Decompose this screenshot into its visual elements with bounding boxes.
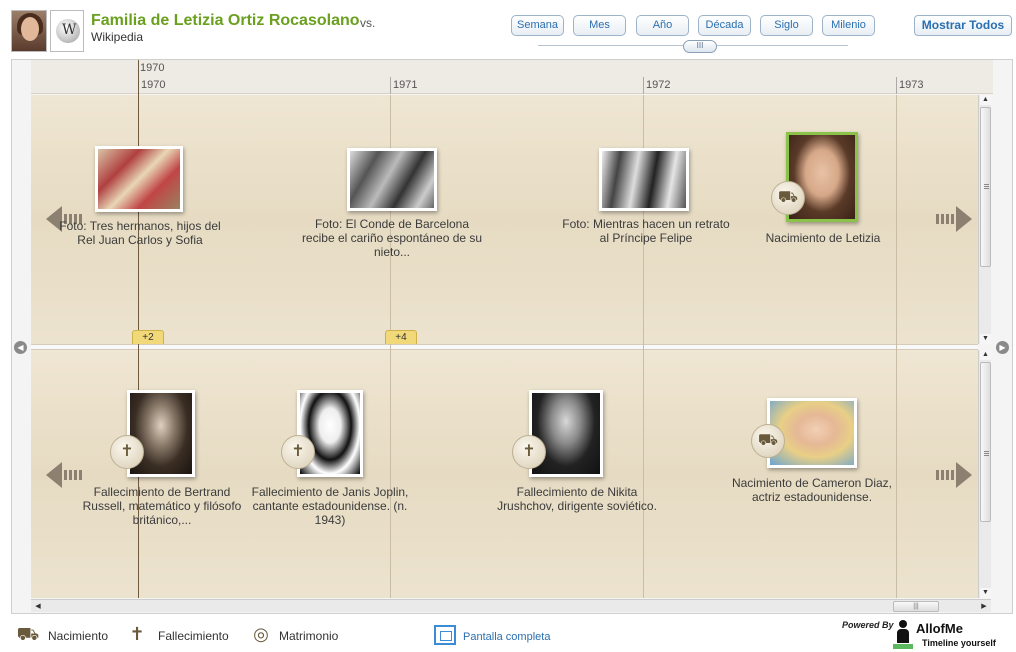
ruler-tick [896, 77, 897, 94]
tombstone-icon: ✝ [129, 624, 145, 644]
legend-marriage-label: Matrimonio [279, 629, 339, 643]
scroll-down-arrow-icon[interactable]: ▼ [980, 588, 991, 598]
ruler-tick [643, 77, 644, 94]
event-label[interactable]: Foto: El Conde de Barcelona recibe el ca… [300, 217, 484, 259]
brand-tagline: Timeline yourself [922, 638, 996, 648]
event-label[interactable]: Fallecimiento de Janis Joplin, cantante … [244, 485, 416, 527]
event-label[interactable]: Nacimiento de Cameron Diaz, actriz estad… [727, 476, 897, 504]
header: W Familia de Letizia Ortiz Rocasolano vs… [0, 0, 1016, 58]
bottom-lane-scrollbar[interactable]: ▲ ▼ [978, 350, 991, 598]
scroll-up-arrow-icon[interactable]: ▲ [980, 350, 991, 360]
event-count-badge[interactable]: +4 [385, 330, 417, 344]
ruler-tick [390, 77, 391, 94]
zoom-year-button[interactable]: Año [636, 15, 689, 36]
zoom-slider-handle[interactable]: III [683, 40, 717, 53]
allofme-logo-icon[interactable] [893, 618, 913, 650]
show-all-button[interactable]: Mostrar Todos [914, 15, 1012, 36]
versus-label: vs. [360, 16, 376, 30]
scroll-left-arrow-icon[interactable]: ◀ [32, 601, 44, 612]
scroll-right-arrow-icon[interactable]: ▶ [978, 601, 990, 612]
event-label[interactable]: Foto: Mientras hacen un retrato al Prínc… [556, 217, 736, 245]
event-count-badge[interactable]: +2 [132, 330, 164, 344]
timeline-horizontal-scrollbar[interactable]: ◀ ||| ▶ [31, 599, 991, 612]
event-photo-conde-barcelona[interactable] [347, 148, 437, 211]
fullscreen-icon[interactable] [434, 625, 456, 645]
wikipedia-logo-icon[interactable]: W [50, 10, 84, 52]
zoom-week-button[interactable]: Semana [511, 15, 564, 36]
stroller-icon[interactable]: ⛟ [751, 424, 785, 458]
year-gridline [896, 95, 897, 598]
top-lane-scrollbar[interactable]: ▲ ▼ [978, 95, 991, 344]
tombstone-icon[interactable]: ✝ [281, 435, 315, 469]
event-label[interactable]: Nacimiento de Letizia [748, 231, 898, 245]
zoom-month-button[interactable]: Mes [573, 15, 626, 36]
profile-avatar[interactable] [11, 10, 47, 52]
event-label[interactable]: Fallecimiento de Nikita Jrushchov, dirig… [492, 485, 662, 513]
ruler-year-label: 1971 [393, 79, 418, 91]
legend-death-label: Fallecimiento [158, 629, 229, 643]
zoom-millennium-button[interactable]: Milenio [822, 15, 875, 36]
wiki-logo-letter: W [62, 22, 77, 38]
scrollbar-thumb[interactable] [980, 362, 991, 522]
rings-icon: ◎ [253, 624, 269, 644]
scroll-down-arrow-icon[interactable]: ▼ [980, 334, 991, 344]
tombstone-icon[interactable]: ✝ [110, 435, 144, 469]
next-arrow-icon[interactable] [934, 206, 972, 232]
powered-by-label: Powered By [842, 620, 894, 630]
scrollbar-thumb[interactable] [980, 107, 991, 267]
collapse-left-icon[interactable]: ◀ [14, 341, 27, 354]
ruler-decade-label: 1970 [140, 62, 165, 74]
ruler-year-label: 1972 [646, 79, 671, 91]
event-label[interactable]: Foto: Tres hermanos, hijos del Rel Juan … [52, 219, 228, 247]
scroll-up-arrow-icon[interactable]: ▲ [980, 95, 991, 105]
event-label[interactable]: Fallecimiento de Bertrand Russell, matem… [72, 485, 252, 527]
stroller-icon[interactable]: ⛟ [771, 181, 805, 215]
timeline-ruler[interactable] [31, 60, 993, 94]
next-arrow-icon[interactable] [934, 462, 972, 488]
timeline-source[interactable]: Wikipedia [91, 30, 143, 44]
brand-name[interactable]: AllofMe [916, 621, 963, 636]
horizontal-scrollbar-thumb[interactable]: ||| [893, 601, 939, 612]
fullscreen-link[interactable]: Pantalla completa [463, 631, 550, 643]
timeline-title[interactable]: Familia de Letizia Ortiz Rocasolano [91, 12, 360, 30]
zoom-century-button[interactable]: Siglo [760, 15, 813, 36]
collapse-right-icon[interactable]: ▶ [996, 341, 1009, 354]
legend-birth-label: Nacimiento [48, 629, 109, 643]
event-photo-portrait-prince[interactable] [599, 148, 689, 211]
event-photo-three-siblings[interactable] [95, 146, 183, 212]
ruler-year-label: 1973 [899, 79, 924, 91]
tombstone-icon[interactable]: ✝ [512, 435, 546, 469]
ruler-year-label: 1970 [141, 79, 166, 91]
zoom-decade-button[interactable]: Década [698, 15, 751, 36]
stroller-icon: ⛟ [16, 624, 40, 644]
